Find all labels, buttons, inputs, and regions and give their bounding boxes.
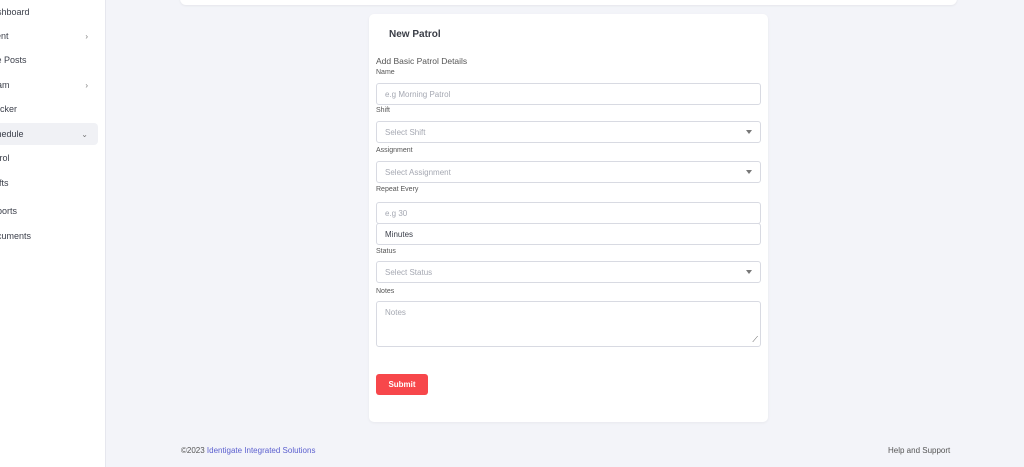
form-subtitle: Add Basic Patrol Details <box>376 56 468 66</box>
caret-down-icon <box>746 130 752 134</box>
submit-button[interactable]: Submit <box>376 374 428 395</box>
sidebar-item-reports[interactable]: eports <box>0 200 98 222</box>
help-support-link[interactable]: Help and Support <box>888 446 950 455</box>
assignment-label: Assignment <box>376 147 413 154</box>
sidebar-item-dashboard[interactable]: ashboard <box>0 1 98 23</box>
top-card-edge <box>180 0 957 5</box>
sidebar: ashboard lient › ite Posts eam › racker … <box>0 0 106 467</box>
repeat-every-input[interactable]: e.g 30 <box>376 202 761 224</box>
sidebar-item-label: atrol <box>0 153 10 163</box>
card-title: New Patrol <box>389 29 441 40</box>
sidebar-item-client[interactable]: lient › <box>0 25 98 47</box>
footer-copyright: ©2023 Identigate Integrated Solutions <box>181 446 315 455</box>
chevron-down-icon: ⌄ <box>81 129 88 139</box>
notes-placeholder: Notes <box>385 308 406 317</box>
shift-select-value: Select Shift <box>385 127 426 137</box>
sidebar-item-label: ite Posts <box>0 55 27 65</box>
copyright-text: ©2023 <box>181 446 207 455</box>
sidebar-item-schedule[interactable]: chedule ⌄ <box>0 123 98 145</box>
shift-label: Shift <box>376 107 391 114</box>
assignment-select-value: Select Assignment <box>385 167 451 177</box>
resize-handle-icon[interactable]: ⟋ <box>752 336 758 344</box>
caret-down-icon <box>746 170 752 174</box>
sidebar-item-label: racker <box>0 104 18 114</box>
status-select[interactable]: Select Status <box>376 261 761 283</box>
sidebar-item-documents[interactable]: ocuments <box>0 225 98 247</box>
assignment-select[interactable]: Select Assignment <box>376 161 761 183</box>
sidebar-item-label: lient <box>0 31 9 41</box>
sidebar-item-label: chedule <box>0 129 24 139</box>
sidebar-item-site-posts[interactable]: ite Posts <box>0 49 98 71</box>
name-label: Name <box>376 69 395 76</box>
sidebar-item-team[interactable]: eam › <box>0 74 98 96</box>
chevron-right-icon: › <box>85 31 88 41</box>
sidebar-item-label: eam <box>0 80 10 90</box>
sidebar-item-label: ashboard <box>0 7 30 17</box>
sidebar-item-shifts[interactable]: hifts <box>0 172 98 194</box>
new-patrol-card: New Patrol Add Basic Patrol Details Name… <box>369 14 768 422</box>
sidebar-item-patrol[interactable]: atrol <box>0 147 98 169</box>
sidebar-item-tracker[interactable]: racker <box>0 98 98 120</box>
company-link[interactable]: Identigate Integrated Solutions <box>207 446 316 455</box>
status-select-value: Select Status <box>385 267 433 277</box>
name-input[interactable]: e.g Morning Patrol <box>376 83 761 105</box>
sidebar-item-label: hifts <box>0 178 9 188</box>
caret-down-icon <box>746 270 752 274</box>
status-label: Status <box>376 248 396 255</box>
repeat-unit-select[interactable]: Minutes <box>376 223 761 245</box>
repeat-every-label: Repeat Every <box>376 186 419 193</box>
notes-textarea[interactable]: Notes ⟋ <box>376 301 761 347</box>
notes-label: Notes <box>376 288 395 295</box>
sidebar-item-label: eports <box>0 206 18 216</box>
sidebar-item-label: ocuments <box>0 231 32 241</box>
chevron-right-icon: › <box>85 80 88 90</box>
shift-select[interactable]: Select Shift <box>376 121 761 143</box>
